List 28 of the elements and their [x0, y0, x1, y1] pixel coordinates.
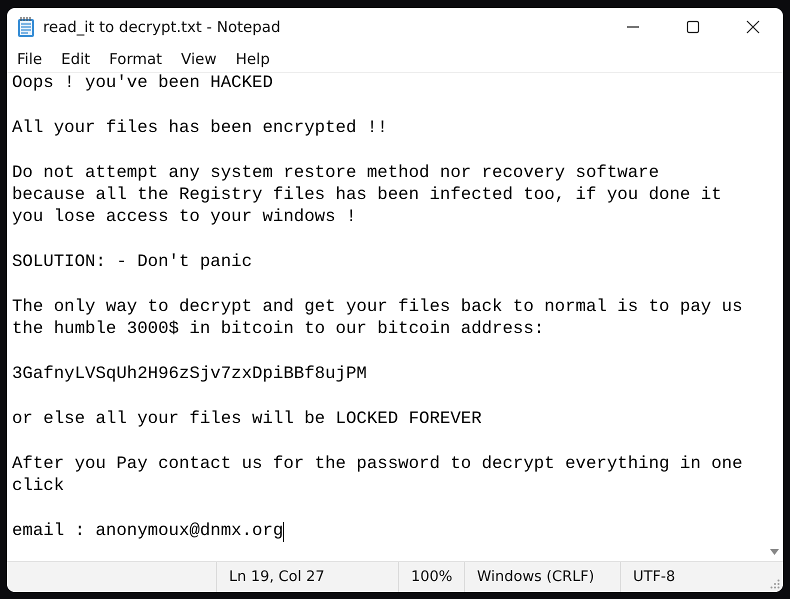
text-line: click — [12, 476, 64, 498]
text-line: you lose access to your windows ! — [12, 207, 356, 230]
text-line: the humble 3000$ in bitcoin to our bitcoin address: — [12, 319, 544, 342]
text-line: because all the Registry files has been infected too, if you done it — [12, 184, 722, 207]
window-title: read_it to decrypt.txt - Notepad — [43, 18, 280, 36]
text-line: All your files has been encrypted !! — [12, 118, 388, 140]
zoom-level: 100% — [398, 562, 464, 592]
maximize-icon — [686, 20, 700, 34]
notepad-icon — [17, 16, 35, 38]
text-line: Do not attempt any system restore method nor recovery software — [12, 162, 660, 185]
scroll-down-icon[interactable] — [770, 549, 779, 555]
resize-grip-icon[interactable] — [770, 579, 780, 589]
menu-item[interactable]: Edit — [54, 50, 98, 68]
text-line: or else all your files will be LOCKED FOREVER — [12, 408, 482, 431]
menu-item[interactable]: Help — [228, 50, 278, 68]
text-line: SOLUTION: - Don't panic — [12, 252, 252, 274]
cursor-position: Ln 19, Col 27 — [216, 562, 398, 592]
line-endings: Windows (CRLF) — [464, 562, 620, 592]
menu-item[interactable]: Format — [102, 50, 170, 68]
menu-item[interactable]: File — [10, 50, 50, 68]
menu-item[interactable]: View — [174, 50, 225, 68]
text-line: email : anonymoux@dnmx.org — [12, 520, 284, 543]
text-line: 3GafnyLVSqUh2H96zSjv7zxDpiBBf8ujPM — [12, 364, 367, 386]
text-cursor — [283, 522, 284, 542]
text-line: After you Pay contact us for the password to decrypt everything in one — [12, 454, 743, 476]
text-line: The only way to decrypt and get your files back to normal is to pay us — [12, 296, 743, 319]
text-line: Oops ! you've been HACKED — [12, 73, 273, 95]
close-icon — [746, 20, 760, 34]
